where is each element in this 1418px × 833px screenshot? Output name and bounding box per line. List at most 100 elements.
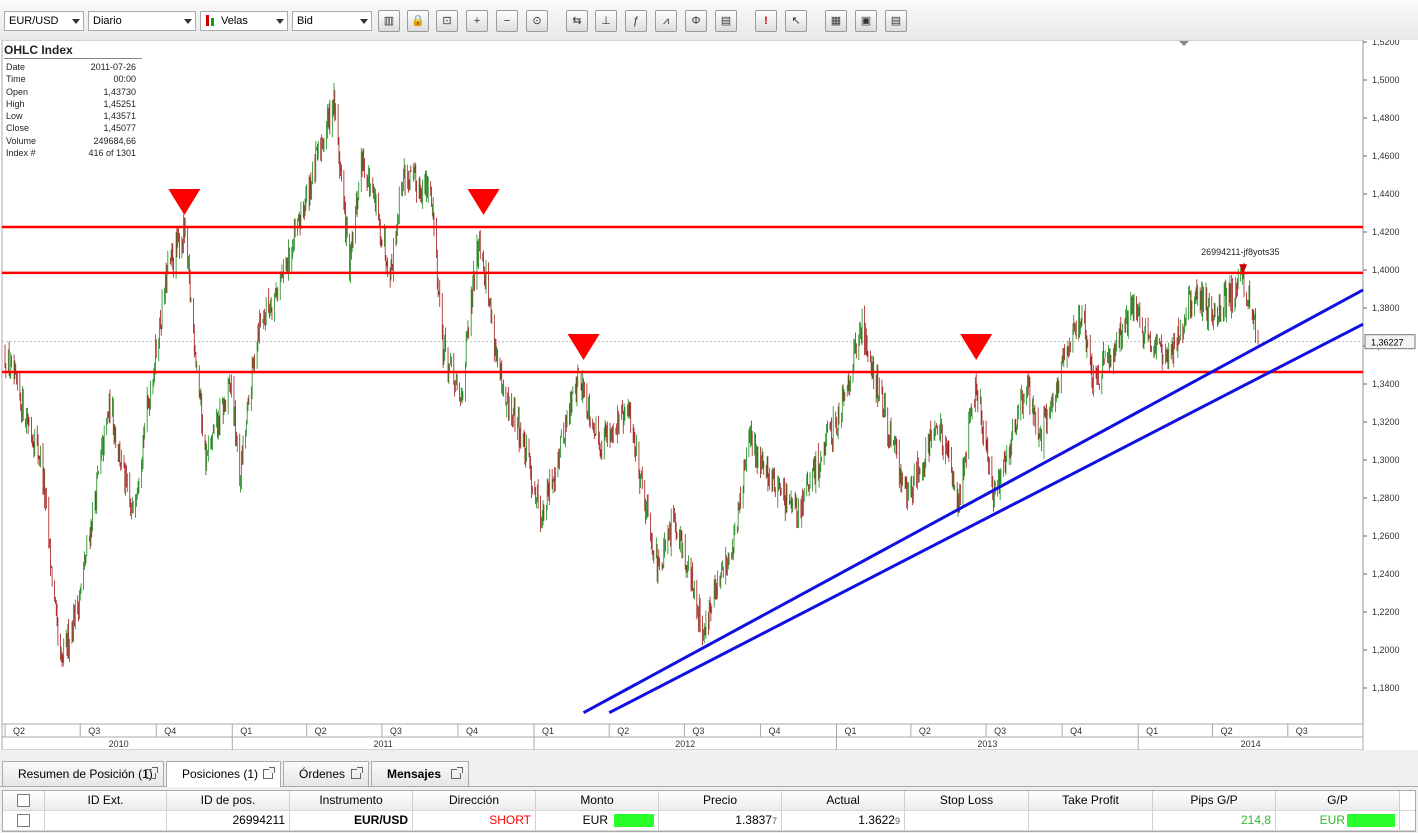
y-tick-label: 1,3200 [1372,417,1400,427]
col-pips[interactable]: Pips G/P [1153,791,1276,810]
row-select-cell [3,811,45,830]
col-actual[interactable]: Actual [782,791,905,810]
quarter-label: Q1 [1146,726,1158,736]
col-ext-id[interactable]: ID Ext. [45,791,167,810]
zoom-reset-icon: ⊙ [532,15,542,27]
period-select[interactable]: Diario [88,11,196,31]
pattern-button[interactable]: ⩘ [655,10,677,32]
indicator-button[interactable]: ƒ [625,10,647,32]
plot-frame [1,40,1364,725]
popout-icon[interactable] [451,767,463,779]
toolbar: EUR/USD Diario Velas Bid ▥ 🔒 ⊡ + − ⊙ ⇆ ⊥ ƒ ⩘ Φ ▤! ↖ ▦… [0,0,1418,41]
quarter-label: Q4 [768,726,780,736]
zoom-fit-button[interactable]: ⊡ [436,10,458,32]
col-pl[interactable]: G/P [1276,791,1400,810]
chart-type-select[interactable]: Velas [200,11,288,31]
popout-icon[interactable] [263,767,275,779]
col-take-profit[interactable]: Take Profit [1029,791,1153,810]
popout-icon[interactable] [351,767,363,779]
col-price[interactable]: Precio [659,791,782,810]
ohlc-key: Date [6,62,26,72]
col-instrument[interactable]: Instrumento [290,791,413,810]
zoom-in-icon: + [473,15,481,27]
save-button[interactable]: ▣ [855,10,877,32]
table-row[interactable]: 26994211 EUR/USD SHORT EUR 1.38377 1.362… [3,811,1415,831]
notes-icon: ▤ [720,15,732,27]
ohlc-key: Close [6,123,30,134]
save-icon: ▣ [860,15,872,27]
zoom-reset-button[interactable]: ⊙ [526,10,548,32]
ohlc-value: 1,43571 [103,111,136,122]
template-button[interactable]: ▤ [885,10,907,32]
current-price-label: 1,36227 [1371,338,1404,348]
row-checkbox[interactable] [17,814,30,827]
amount-currency: EUR [582,813,608,827]
select-all-checkbox[interactable] [17,794,30,807]
col-amount[interactable]: Monto [536,791,659,810]
tab-messages[interactable]: Mensajes [371,761,469,786]
period-select-value: Diario [93,15,122,27]
quarter-label: Q4 [466,726,478,736]
fibonacci-button[interactable]: Φ [685,10,707,32]
tab-orders[interactable]: Órdenes [283,761,369,786]
notes-button[interactable]: ▤ [715,10,737,32]
price-side-value: Bid [297,15,313,27]
year-label: 2011 [373,739,392,749]
crosshair-button[interactable]: ⊥ [595,10,617,32]
y-tick-label: 1,3400 [1372,379,1400,389]
bar-chart-button[interactable]: ▥ [378,10,400,32]
ohlc-value: 00:00 [113,74,136,85]
amount-bar [614,814,654,828]
candles-icon [206,15,209,26]
cell-stop-loss[interactable] [905,811,1029,830]
grid-icon: ▦ [830,15,842,27]
tab-label: Órdenes [299,767,346,781]
quarter-label: Q4 [1070,726,1082,736]
price-side-select[interactable]: Bid [292,11,372,31]
chevron-down-icon [360,19,368,24]
lock-button[interactable]: 🔒 [407,10,429,32]
zoom-out-button[interactable]: − [496,10,518,32]
ohlc-row: High 1,45251 [4,98,142,110]
tab-label: Posiciones (1) [182,767,259,781]
popout-icon[interactable] [146,767,158,779]
indicator-icon: ƒ [632,15,640,27]
chevron-down-icon [184,19,192,24]
alert-button[interactable]: ! [755,10,777,32]
tab-position-summary[interactable]: Resumen de Posición (1) [2,761,164,786]
col-stop-loss[interactable]: Stop Loss [905,791,1029,810]
quarter-label: Q2 [13,726,25,736]
instrument-select[interactable]: EUR/USD [4,11,84,31]
chevron-down-icon [276,19,284,24]
price-chart[interactable]: 1,5200 1,5000 1,4800 1,4600 1,4400 1,4200 1,40… [0,40,1418,750]
positions-table: ID Ext. ID de pos. Instrumento Dirección… [2,790,1416,832]
ohlc-value: 1,45077 [103,123,136,134]
y-tick-label: 1,5200 [1372,40,1400,47]
col-direction[interactable]: Dirección [413,791,536,810]
cursor-button[interactable]: ↖ [785,10,807,32]
order-label: 26994211-jf8yots35 [1201,247,1279,257]
tab-positions[interactable]: Posiciones (1) [166,761,281,787]
y-tick-label: 1,2200 [1372,607,1400,617]
ohlc-row: Open 1,43730 [4,86,142,98]
template-icon: ▤ [890,15,902,27]
quarter-label: Q4 [164,726,176,736]
grid-button[interactable]: ▦ [825,10,847,32]
instrument-select-value: EUR/USD [9,15,59,27]
col-pos-id[interactable]: ID de pos. [167,791,290,810]
crosshair-icon: ⊥ [601,15,611,27]
pan-button[interactable]: ⇆ [566,10,588,32]
quarter-label: Q2 [315,726,327,736]
cell-price: 1.38377 [659,811,782,830]
ohlc-info-panel: OHLC Index Date 2011-07-26 Time 00:00 Open 1,… [4,43,142,159]
bottom-panel: Resumen de Posición (1) Posiciones (1) Ó… [0,757,1418,833]
quarter-label: Q2 [1221,726,1233,736]
year-label: 2014 [1241,739,1261,749]
chart-area[interactable]: 1,5200 1,5000 1,4800 1,4600 1,4400 1,4200 1,40… [0,40,1418,750]
tab-label: Resumen de Posición (1) [18,767,153,781]
cell-take-profit[interactable] [1029,811,1153,830]
ohlc-row: Low 1,43571 [4,110,142,122]
zoom-in-button[interactable]: + [466,10,488,32]
bar-chart-icon: ▥ [383,15,395,27]
quarter-label: Q3 [88,726,100,736]
